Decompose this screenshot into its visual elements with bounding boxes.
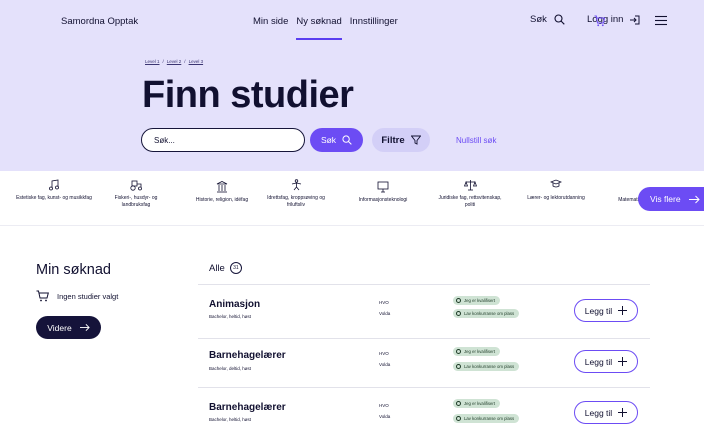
- menu-icon[interactable]: [655, 15, 667, 26]
- header-search-button[interactable]: Søk: [530, 14, 565, 25]
- category-label: Juridiske fag, rettsvitenskap, politi: [438, 195, 502, 208]
- category-idrettsfag[interactable]: Idrettsfag, kroppsøving og friluftsliv: [260, 179, 332, 208]
- brand-logo[interactable]: Samordna Opptak: [61, 16, 138, 27]
- qualified-tag: Jeg er kvalifisert: [453, 296, 501, 305]
- login-icon: [630, 15, 640, 24]
- nav-ny-soknad[interactable]: Ny søknad: [296, 16, 343, 40]
- breadcrumb: Level 1/ Level 2/ Level 3: [145, 59, 204, 64]
- main-nav: Min side Ny søknad Innstillinger: [253, 16, 406, 40]
- reset-search-link[interactable]: Nullstill søk: [456, 136, 496, 145]
- login-label: Logg inn: [587, 14, 624, 25]
- study-institution: HVO Volda: [379, 351, 391, 367]
- show-more-label: Vis flere: [650, 194, 681, 204]
- pillar-icon: [216, 181, 228, 193]
- arrow-right-icon: [688, 195, 700, 203]
- empty-text: Ingen studier valgt: [57, 291, 119, 301]
- breadcrumb-level-1[interactable]: Level 1: [145, 59, 160, 64]
- filter-button[interactable]: Filtre: [372, 128, 430, 152]
- category-label: Idrettsfag, kroppsøving og friluftsliv: [267, 195, 325, 208]
- breadcrumb-level-2[interactable]: Level 2: [167, 59, 182, 64]
- teacher-icon: [550, 179, 562, 188]
- filter-label: Filtre: [381, 134, 405, 146]
- study-institution: HVO Volda: [379, 300, 391, 316]
- category-juridiske-fag[interactable]: Juridiske fag, rettsvitenskap, politi: [436, 179, 504, 208]
- all-label: Alle: [209, 262, 225, 274]
- category-label: Estetiske fag, kunst- og musikkfag: [16, 195, 92, 201]
- category-label: Lærer- og lektorutdanning: [527, 195, 585, 201]
- music-note-icon: [49, 179, 59, 191]
- next-button[interactable]: Videre: [36, 316, 101, 339]
- hero-section: Samordna Opptak Min side Ny søknad Innst…: [0, 0, 704, 171]
- qualified-tag: Jeg er kvalifisert: [453, 347, 501, 356]
- breadcrumb-level-3[interactable]: Level 3: [189, 59, 204, 64]
- filter-icon: [410, 135, 421, 145]
- plus-icon: [618, 408, 628, 417]
- category-bar: Estetiske fag, kunst- og musikkfag Fiske…: [0, 171, 704, 226]
- divider: [198, 338, 650, 339]
- cart-icon: [36, 290, 49, 302]
- sports-icon: [291, 179, 301, 191]
- search-button[interactable]: Søk: [310, 128, 363, 152]
- category-label: Historie, religion, idéfag: [195, 197, 249, 203]
- study-details: Bachelor, heltid, høst: [209, 314, 252, 319]
- top-navigation: Samordna Opptak Min side Ny søknad Innst…: [0, 0, 704, 44]
- add-study-button[interactable]: Legg til: [574, 401, 638, 424]
- plus-icon: [618, 306, 628, 315]
- nav-innstillinger[interactable]: Innstillinger: [350, 16, 398, 27]
- add-study-button[interactable]: Legg til: [574, 350, 638, 373]
- category-informasjonsteknologi[interactable]: Informasjonsteknologi: [344, 179, 422, 204]
- study-name[interactable]: Barnehagelærer: [209, 402, 286, 413]
- scales-icon: [463, 180, 477, 191]
- tractor-icon: [130, 180, 142, 191]
- category-label: Informasjonsteknologi: [358, 197, 408, 203]
- divider: [198, 387, 650, 388]
- study-details: Bachelor, heltid, høst: [209, 417, 252, 422]
- nav-min-side[interactable]: Min side: [253, 16, 288, 27]
- qualified-tag: Jeg er kvalifisert: [453, 399, 501, 408]
- category-label: Fiskeri-, husdyr- og landbruksfag: [114, 195, 158, 208]
- application-title: Min søknad: [36, 262, 111, 278]
- search-icon: [342, 135, 352, 145]
- add-study-button[interactable]: Legg til: [574, 299, 638, 322]
- search-icon: [554, 14, 565, 25]
- competition-tag: Lav konkurranse om plass: [453, 414, 520, 423]
- competition-tag: Lav konkurranse om plass: [453, 362, 520, 371]
- study-name[interactable]: Animasjon: [209, 299, 260, 310]
- search-input[interactable]: Søk...: [141, 128, 305, 152]
- show-more-button[interactable]: Vis flere: [638, 187, 704, 211]
- study-institution: HVO Volda: [379, 403, 391, 419]
- arrow-right-icon: [79, 323, 90, 332]
- computer-icon: [377, 181, 389, 193]
- category-laerer-lektor[interactable]: Lærer- og lektorutdanning: [520, 179, 592, 202]
- category-estetiske-fag[interactable]: Estetiske fag, kunst- og musikkfag: [16, 179, 92, 202]
- count-badge: 31: [229, 262, 242, 274]
- competition-tag: Lav konkurranse om plass: [453, 309, 520, 318]
- results-header: Alle 31: [209, 262, 242, 274]
- page-title: Finn studier: [142, 74, 354, 116]
- application-empty-state: Ingen studier valgt: [36, 290, 118, 302]
- category-historie-religion[interactable]: Historie, religion, idéfag: [186, 179, 258, 204]
- divider: [198, 284, 650, 285]
- category-fiskeri-landbruk[interactable]: Fiskeri-, husdyr- og landbruksfag: [100, 179, 172, 208]
- next-label: Videre: [47, 322, 72, 333]
- study-details: Bachelor, deltid, høst: [209, 366, 252, 371]
- plus-icon: [618, 357, 628, 366]
- header-search-label: Søk: [530, 14, 547, 25]
- cart-icon[interactable]: [594, 15, 605, 27]
- search-button-label: Søk: [320, 135, 337, 145]
- study-name[interactable]: Barnehagelærer: [209, 350, 286, 361]
